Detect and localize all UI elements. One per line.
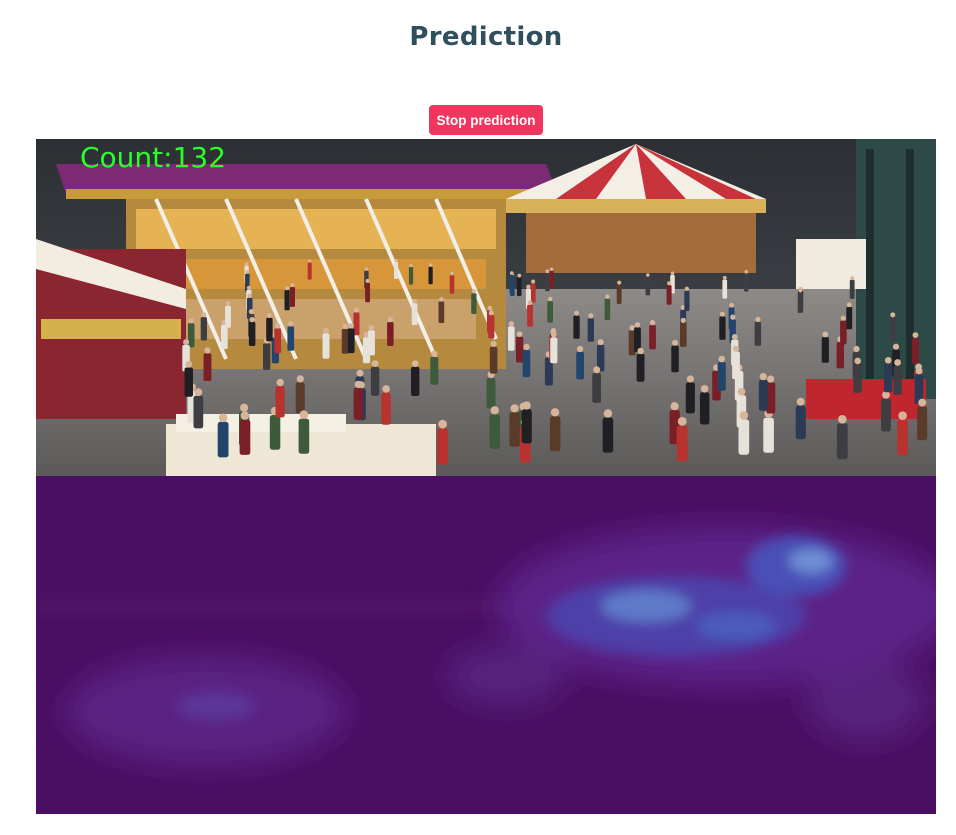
people-count-overlay: Count:132 [80, 141, 226, 174]
density-heatmap-frame [36, 476, 936, 814]
prediction-page: Prediction Stop prediction Count:132 [0, 0, 956, 835]
crowd-scene-image: Count:132 [36, 139, 936, 476]
stop-prediction-button[interactable]: Stop prediction [429, 105, 543, 135]
density-heatmap-image [36, 476, 936, 814]
video-frame: Count:132 [36, 139, 936, 476]
page-title: Prediction [409, 22, 563, 52]
